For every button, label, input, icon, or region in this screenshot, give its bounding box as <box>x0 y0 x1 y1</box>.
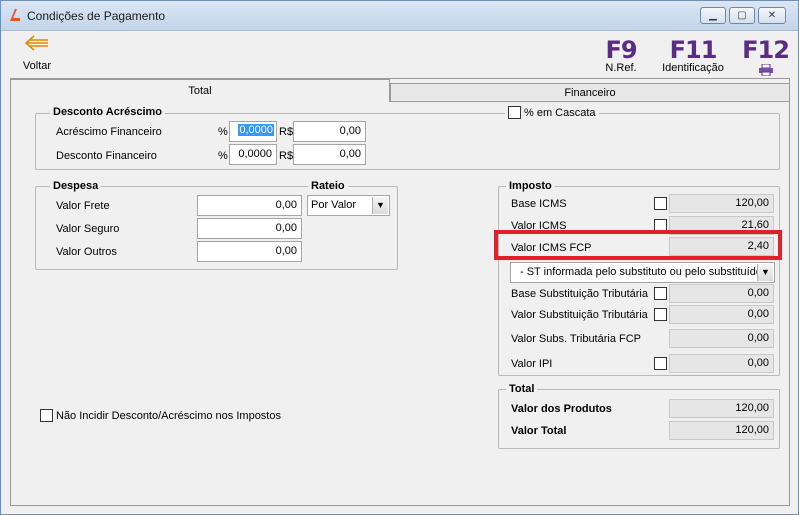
base-st-label: Base Substituição Tributária <box>511 288 648 300</box>
acrescimo-rs-symbol: R$ <box>279 126 294 138</box>
nao-incidir-option[interactable]: Não Incidir Desconto/Acréscimo nos Impos… <box>40 409 281 422</box>
valor-st-label: Valor Substituição Tributária <box>511 309 648 321</box>
tab-financeiro[interactable]: Financeiro <box>390 83 790 102</box>
cascata-label: % em Cascata <box>524 106 596 119</box>
back-label: Voltar <box>22 60 52 72</box>
valor-st-value: 0,00 <box>669 305 774 324</box>
nao-incidir-checkbox[interactable] <box>40 409 53 422</box>
printer-icon <box>758 63 774 77</box>
desconto-pct-symbol: % <box>218 150 228 162</box>
f12-button[interactable]: F12 <box>738 36 793 77</box>
desconto-label: Desconto Financeiro <box>56 150 157 162</box>
desconto-rs-symbol: R$ <box>279 150 294 162</box>
f11-label: Identificação <box>662 62 724 74</box>
valor-st-fcp-value: 0,00 <box>669 329 774 348</box>
rateio-select[interactable]: Por Valor ▼ <box>307 195 390 216</box>
acrescimo-label: Acréscimo Financeiro <box>56 126 162 138</box>
f9-key-icon: F9 <box>605 36 637 64</box>
despesa-title: Despesa <box>50 180 102 192</box>
nao-incidir-label: Não Incidir Desconto/Acréscimo nos Impos… <box>56 409 281 422</box>
desconto-title: Desconto Acréscimo <box>50 106 166 118</box>
acrescimo-rs-input[interactable]: 0,00 <box>293 121 366 142</box>
close-button[interactable]: ✕ <box>758 7 786 24</box>
total-title: Total <box>506 383 538 395</box>
tab-total-label: Total <box>188 85 212 97</box>
cascata-option[interactable]: % em Cascata <box>505 106 599 119</box>
chevron-down-icon: ▼ <box>372 197 388 214</box>
acrescimo-pct-input[interactable]: 0,0000 <box>229 121 277 142</box>
valor-ipi-value: 0,00 <box>669 354 774 373</box>
base-icms-label: Base ICMS <box>511 198 567 210</box>
valor-st-fcp-label: Valor Subs. Tributária FCP <box>511 333 642 345</box>
tab-total[interactable]: Total <box>10 79 390 102</box>
f11-button[interactable]: F11 Identificação <box>658 36 728 76</box>
acrescimo-pct-symbol: % <box>218 126 228 138</box>
valor-total-value: 120,00 <box>669 421 774 440</box>
imposto-title: Imposto <box>506 180 555 192</box>
minimize-button[interactable]: ▁ <box>700 7 726 24</box>
valor-st-checkbox[interactable] <box>654 308 667 321</box>
tab-financeiro-label: Financeiro <box>564 87 616 99</box>
back-button[interactable]: Voltar <box>18 34 58 76</box>
seguro-input[interactable]: 0,00 <box>197 218 302 239</box>
f12-key-icon: F12 <box>742 36 790 64</box>
cascata-checkbox[interactable] <box>508 106 521 119</box>
desconto-pct-input[interactable]: 0,0000 <box>229 144 277 165</box>
valor-produtos-label: Valor dos Produtos <box>511 403 612 415</box>
valor-ipi-label: Valor IPI <box>511 358 553 370</box>
base-icms-value: 120,00 <box>669 194 774 213</box>
valor-total-label: Valor Total <box>511 425 567 437</box>
maximize-button[interactable]: ▢ <box>729 7 755 24</box>
st-select-value: - ST informada pelo substituto ou pelo s… <box>520 266 762 278</box>
back-arrow-icon <box>24 34 50 52</box>
frete-label: Valor Frete <box>56 200 110 212</box>
desconto-rs-input[interactable]: 0,00 <box>293 144 366 165</box>
outros-input[interactable]: 0,00 <box>197 241 302 262</box>
frete-input[interactable]: 0,00 <box>197 195 302 216</box>
highlight-box <box>494 230 782 260</box>
app-icon <box>8 8 22 22</box>
base-st-checkbox[interactable] <box>654 287 667 300</box>
f9-label: N.Ref. <box>605 62 637 74</box>
total-group <box>498 389 780 449</box>
base-st-value: 0,00 <box>669 284 774 303</box>
outros-label: Valor Outros <box>56 246 117 258</box>
f9-button[interactable]: F9 N.Ref. <box>596 36 646 76</box>
window-title: Condições de Pagamento <box>27 9 166 23</box>
st-select[interactable]: - ST informada pelo substituto ou pelo s… <box>510 262 775 283</box>
f11-key-icon: F11 <box>669 36 718 64</box>
chevron-down-icon: ▼ <box>757 264 773 281</box>
rateio-title: Rateio <box>308 180 348 192</box>
valor-ipi-checkbox[interactable] <box>654 357 667 370</box>
valor-produtos-value: 120,00 <box>669 399 774 418</box>
rateio-value: Por Valor <box>311 199 357 211</box>
seguro-label: Valor Seguro <box>56 223 120 235</box>
base-icms-checkbox[interactable] <box>654 197 667 210</box>
acrescimo-pct-value: 0,0000 <box>238 124 274 136</box>
